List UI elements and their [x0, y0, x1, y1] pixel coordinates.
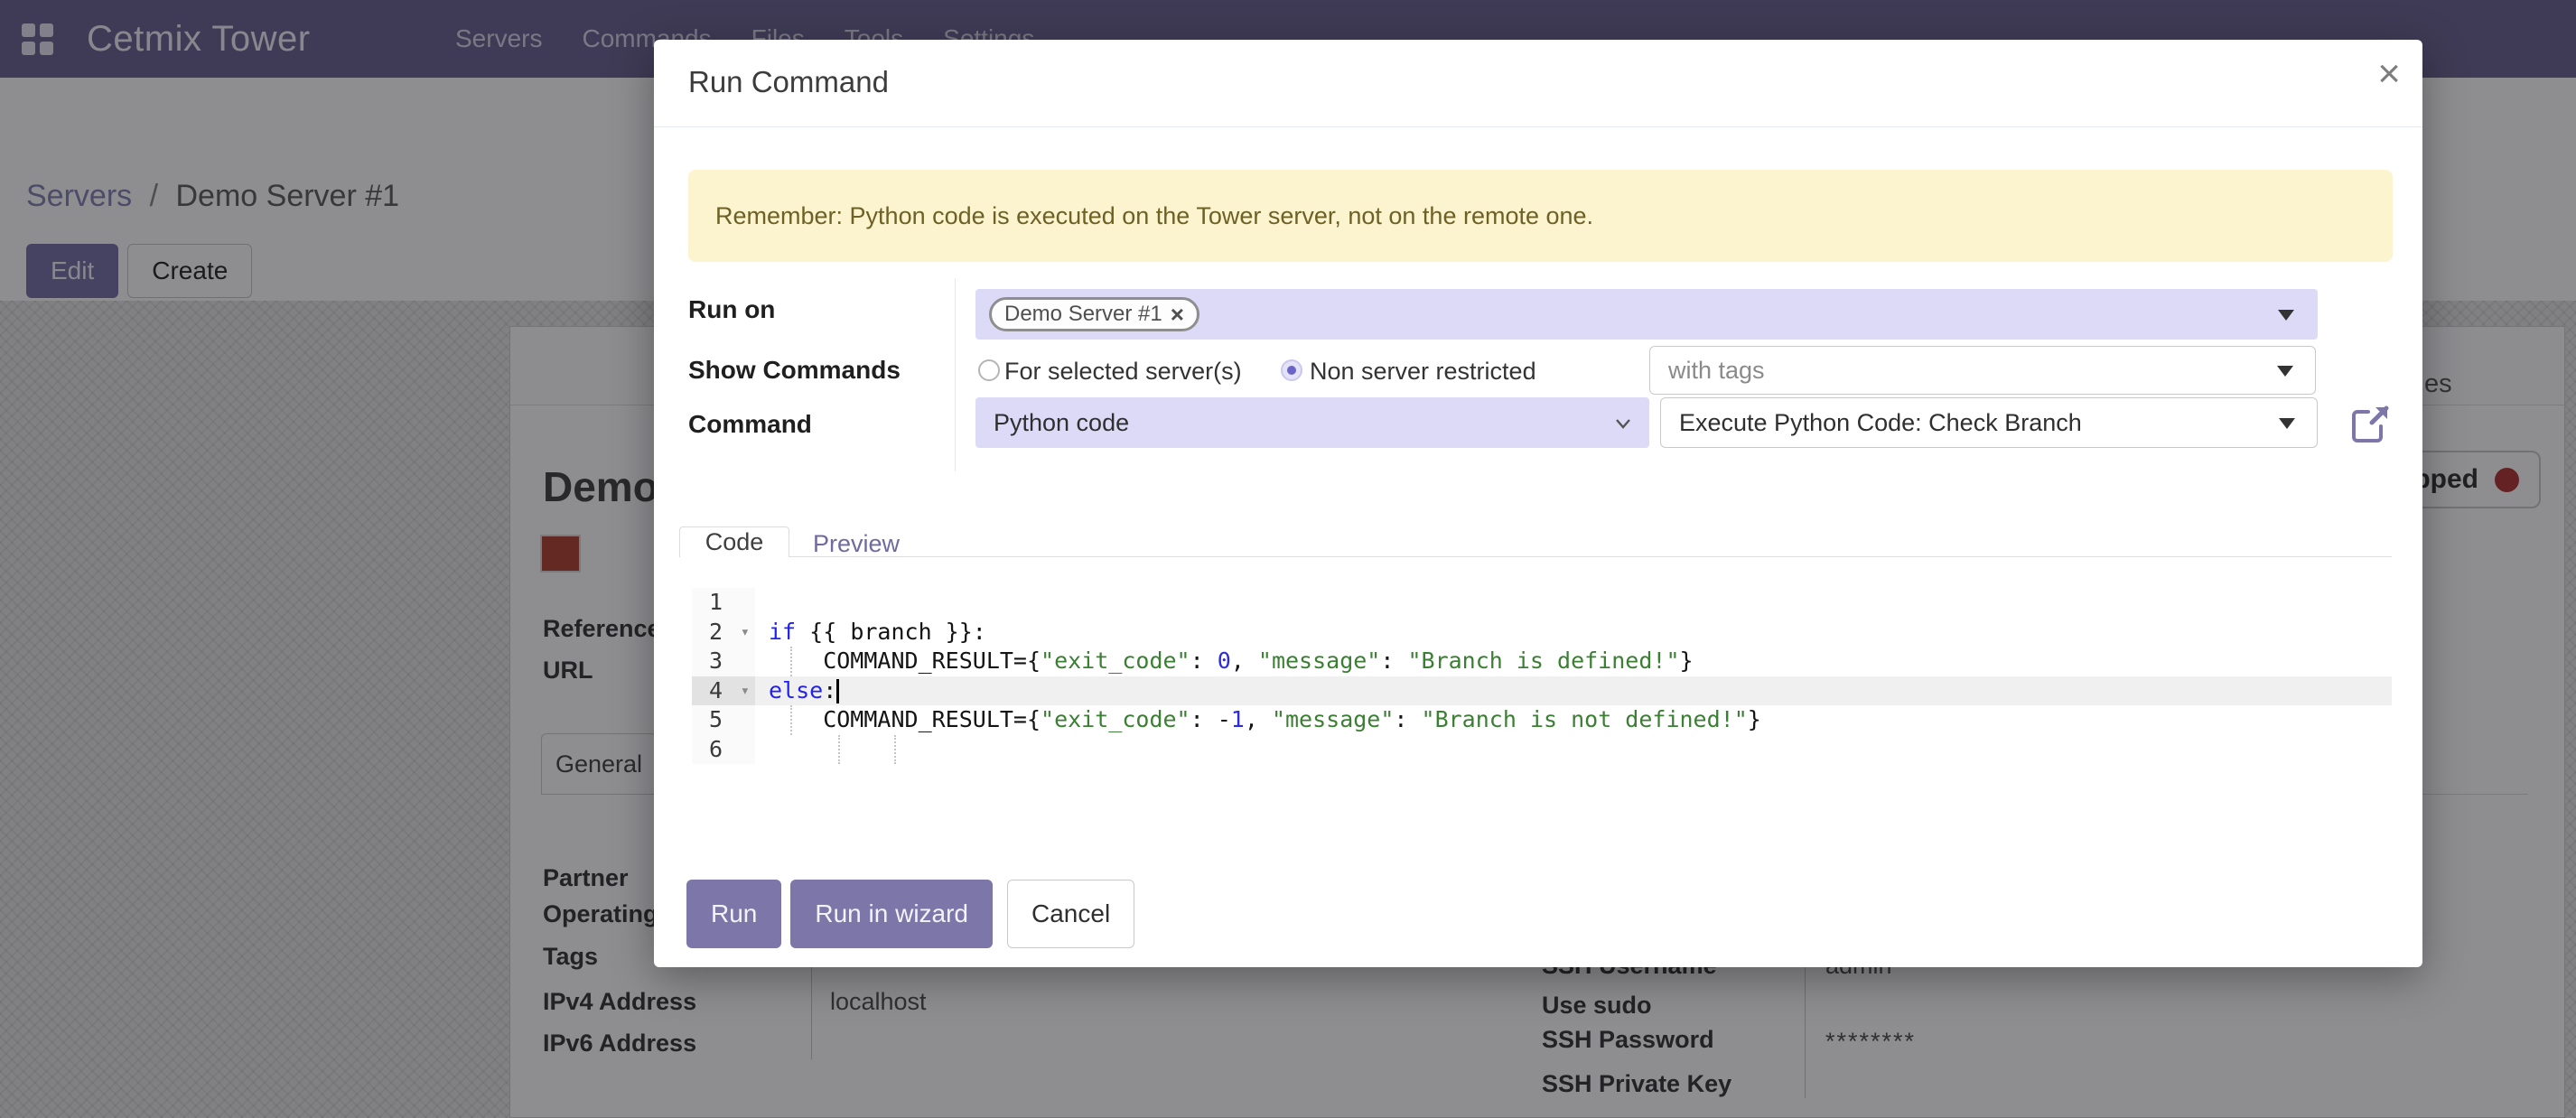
radio-for-selected-servers-label[interactable]: For selected server(s)	[1004, 358, 1242, 386]
tabs-underline	[679, 556, 2392, 557]
run-command-modal: Run Command × Remember: Python code is e…	[654, 40, 2422, 967]
command-select-value: Execute Python Code: Check Branch	[1679, 409, 2082, 437]
code-line-3[interactable]: 3 COMMAND_RESULT={"exit_code": 0, "messa…	[692, 647, 2392, 676]
cancel-button[interactable]: Cancel	[1007, 880, 1134, 948]
tag-remove-icon[interactable]: ×	[1171, 303, 1184, 326]
chevron-down-icon	[2279, 418, 2295, 429]
command-type-select[interactable]: Python code	[975, 397, 1649, 448]
server-tag: Demo Server #1 ×	[989, 297, 1199, 331]
screen: Cetmix Tower ServersCommandsFilesToolsSe…	[0, 0, 2576, 1118]
run-on-field[interactable]: Demo Server #1 ×	[975, 289, 2318, 340]
chevron-down-icon	[1615, 415, 1631, 432]
gutter-line-number: 2▾	[692, 618, 755, 648]
form-column-divider	[955, 278, 956, 471]
gutter-line-number: 4▾	[692, 676, 755, 706]
code-line-6[interactable]: 6	[692, 735, 2392, 765]
indent-guide	[894, 735, 896, 765]
modal-header-divider	[654, 126, 2422, 127]
command-label: Command	[688, 410, 812, 439]
command-type-value: Python code	[994, 409, 1129, 437]
indent-guide	[838, 735, 840, 765]
warning-text: Remember: Python code is executed on the…	[715, 202, 1593, 230]
code-line-text[interactable]	[755, 735, 2392, 765]
server-tag-label: Demo Server #1	[1004, 302, 1162, 327]
gutter-line-number: 5	[692, 705, 755, 735]
code-line-text[interactable]: COMMAND_RESULT={"exit_code": -1, "messag…	[755, 705, 2392, 735]
show-commands-label: Show Commands	[688, 356, 901, 385]
radio-non-server-restricted-label[interactable]: Non server restricted	[1310, 358, 1536, 386]
code-line-text[interactable]	[755, 588, 2392, 618]
modal-title: Run Command	[688, 65, 889, 99]
tags-filter-dropdown[interactable]: with tags	[1649, 346, 2316, 395]
tab-preview[interactable]: Preview	[813, 530, 900, 558]
external-link-icon[interactable]	[2350, 403, 2392, 444]
code-line-text[interactable]: if {{ branch }}:	[755, 618, 2392, 648]
run-in-wizard-button[interactable]: Run in wizard	[790, 880, 993, 948]
tab-code[interactable]: Code	[679, 526, 789, 557]
code-line-2[interactable]: 2▾if {{ branch }}:	[692, 618, 2392, 648]
gutter-line-number: 6	[692, 735, 755, 765]
code-line-5[interactable]: 5 COMMAND_RESULT={"exit_code": -1, "mess…	[692, 705, 2392, 735]
code-editor[interactable]: 12▾if {{ branch }}:3 COMMAND_RESULT={"ex…	[692, 588, 2392, 764]
warning-alert: Remember: Python code is executed on the…	[688, 170, 2393, 262]
gutter-line-number: 3	[692, 647, 755, 676]
run-on-label: Run on	[688, 295, 775, 324]
chevron-down-icon	[2278, 310, 2294, 321]
fold-arrow-icon[interactable]: ▾	[741, 676, 750, 706]
run-button[interactable]: Run	[686, 880, 781, 948]
command-select[interactable]: Execute Python Code: Check Branch	[1660, 397, 2318, 448]
code-line-text[interactable]: else:	[755, 676, 2392, 706]
gutter-line-number: 1	[692, 588, 755, 618]
chevron-down-icon	[2277, 366, 2293, 377]
fold-arrow-icon[interactable]: ▾	[741, 618, 750, 648]
radio-non-server-restricted[interactable]	[1281, 359, 1302, 381]
close-icon[interactable]: ×	[2377, 54, 2401, 94]
indent-guide	[790, 705, 792, 735]
text-cursor	[836, 679, 839, 703]
tags-filter-placeholder: with tags	[1668, 357, 1765, 385]
indent-guide	[790, 647, 792, 676]
code-line-text[interactable]: COMMAND_RESULT={"exit_code": 0, "message…	[755, 647, 2392, 676]
code-line-4[interactable]: 4▾else:	[692, 676, 2392, 706]
code-line-1[interactable]: 1	[692, 588, 2392, 618]
radio-for-selected-servers[interactable]	[978, 359, 1000, 381]
